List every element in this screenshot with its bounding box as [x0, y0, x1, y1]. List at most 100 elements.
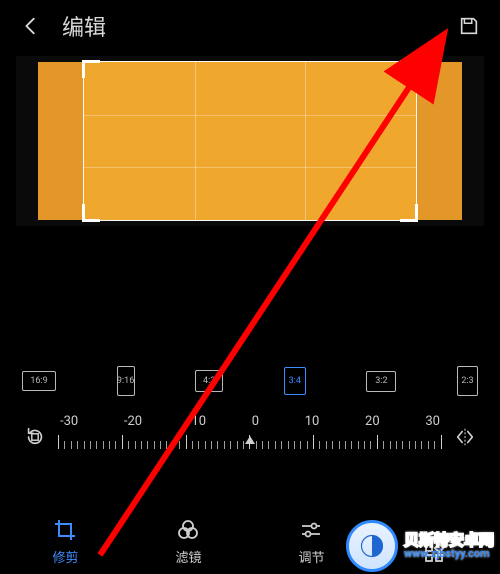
ruler-center-marker	[245, 436, 255, 444]
ruler-tick	[275, 441, 276, 449]
crop-handle-br[interactable]	[400, 204, 418, 222]
ruler-tick	[217, 441, 218, 449]
ruler-tick	[128, 441, 129, 449]
ruler-tick	[383, 441, 384, 449]
ruler-tick	[339, 441, 340, 449]
ruler-tick	[90, 441, 91, 449]
ruler-tick	[345, 441, 346, 449]
ruler-tick	[441, 435, 442, 449]
ruler-label: 30	[425, 414, 440, 429]
aspect-ratio-option[interactable]: 4:3	[195, 370, 223, 392]
aspect-ratio-option[interactable]: 16:9	[22, 371, 56, 391]
ruler-tick	[173, 441, 174, 449]
rotate-button[interactable]	[20, 422, 50, 452]
crop-rectangle[interactable]	[84, 62, 416, 220]
ruler-tick	[313, 435, 314, 449]
watermark-url: www.zjbstyy.com	[404, 548, 494, 560]
ratio-icon: 2:3	[457, 366, 478, 396]
ruler-tick	[84, 441, 85, 449]
ratio-icon: 16:9	[22, 371, 56, 391]
ruler-tick	[166, 441, 167, 449]
ruler-tick	[205, 441, 206, 449]
ratio-icon: 3:4	[284, 367, 306, 395]
ruler-tick	[358, 441, 359, 449]
ruler-tick	[300, 441, 301, 449]
ruler-tick	[77, 441, 78, 449]
crop-handle-tl[interactable]	[82, 60, 100, 78]
ruler-label: 10	[305, 414, 320, 429]
ruler-tick	[186, 435, 187, 449]
ruler-tick	[434, 441, 435, 449]
bottom-tab[interactable]: 修剪	[52, 517, 78, 566]
angle-area: -30-20-100102030	[0, 414, 500, 460]
ratio-icon: 9:16	[117, 366, 135, 396]
ratio-label: 9:16	[117, 376, 134, 386]
ruler-tick	[224, 441, 225, 449]
watermark-text: 贝斯特安卓网 www.zjbstyy.com	[404, 532, 494, 561]
ruler-tick	[58, 435, 59, 449]
ruler-labels: -30-20-100102030	[58, 414, 442, 429]
ruler-tick	[115, 441, 116, 449]
ruler-tick	[230, 441, 231, 449]
aspect-ratio-option[interactable]: 3:4	[284, 367, 306, 395]
tab-label: 滤镜	[175, 547, 201, 566]
back-button[interactable]	[16, 11, 46, 41]
crop-handle-bl[interactable]	[82, 204, 100, 222]
watermark: 贝斯特安卓网 www.zjbstyy.com	[346, 520, 494, 572]
ruler-tick	[307, 441, 308, 449]
ratio-label: 16:9	[30, 376, 47, 386]
angle-ruler[interactable]: -30-20-100102030	[58, 414, 442, 460]
aspect-ratio-option[interactable]: 2:3	[457, 366, 478, 396]
ruler-tick	[211, 441, 212, 449]
ruler-tick	[109, 441, 110, 449]
watermark-title: 贝斯特安卓网	[404, 532, 494, 549]
ruler-tick	[288, 441, 289, 449]
aspect-ratio-option[interactable]: 3:2	[366, 371, 396, 392]
ruler-label: -20	[124, 414, 142, 429]
bottom-tab[interactable]: 调节	[298, 517, 324, 566]
ruler-tick	[268, 441, 269, 449]
ruler-tick	[147, 441, 148, 449]
aspect-ratio-option[interactable]: 9:16	[117, 366, 135, 396]
ruler-label: 20	[365, 414, 380, 429]
tab-label: 调节	[298, 547, 324, 566]
ruler-tick	[160, 441, 161, 449]
crop-preview[interactable]	[16, 56, 484, 226]
header: 编辑	[0, 0, 500, 52]
watermark-badge-icon	[346, 520, 398, 572]
ruler-tick	[154, 441, 155, 449]
ruler-tick	[402, 441, 403, 449]
grid-line	[305, 62, 306, 220]
ruler-tick	[96, 441, 97, 449]
ratio-icon: 3:2	[366, 371, 396, 392]
grid-line	[84, 167, 416, 168]
ruler-tick	[370, 441, 371, 449]
ruler-tick	[122, 435, 123, 449]
ruler-tick	[141, 441, 142, 449]
grid-line	[195, 62, 196, 220]
ruler-tick	[409, 441, 410, 449]
crop-handle-tr[interactable]	[400, 60, 418, 78]
page-title: 编辑	[62, 10, 106, 42]
ruler-tick	[262, 441, 263, 449]
filter-icon	[175, 517, 201, 543]
ratio-icon: 4:3	[195, 370, 223, 392]
ruler-label: 0	[252, 414, 259, 429]
ruler-tick	[390, 441, 391, 449]
ruler-tick	[396, 441, 397, 449]
save-button[interactable]	[454, 11, 484, 41]
ratio-label: 3:4	[289, 376, 301, 386]
ruler-tick	[421, 441, 422, 449]
ruler-tick	[71, 441, 72, 449]
bottom-tab[interactable]: 滤镜	[175, 517, 201, 566]
ruler-tick	[428, 441, 429, 449]
tab-label: 修剪	[52, 547, 78, 566]
adjust-icon	[298, 517, 324, 543]
ruler-tick	[237, 441, 238, 449]
flip-button[interactable]	[450, 422, 480, 452]
ruler-tick	[351, 441, 352, 449]
aspect-ratio-row: 16:9 9:16 4:3 3:4 3:2 2:3	[0, 366, 500, 396]
grid-line	[84, 115, 416, 116]
ruler-tick	[281, 441, 282, 449]
ratio-label: 3:2	[375, 376, 387, 386]
